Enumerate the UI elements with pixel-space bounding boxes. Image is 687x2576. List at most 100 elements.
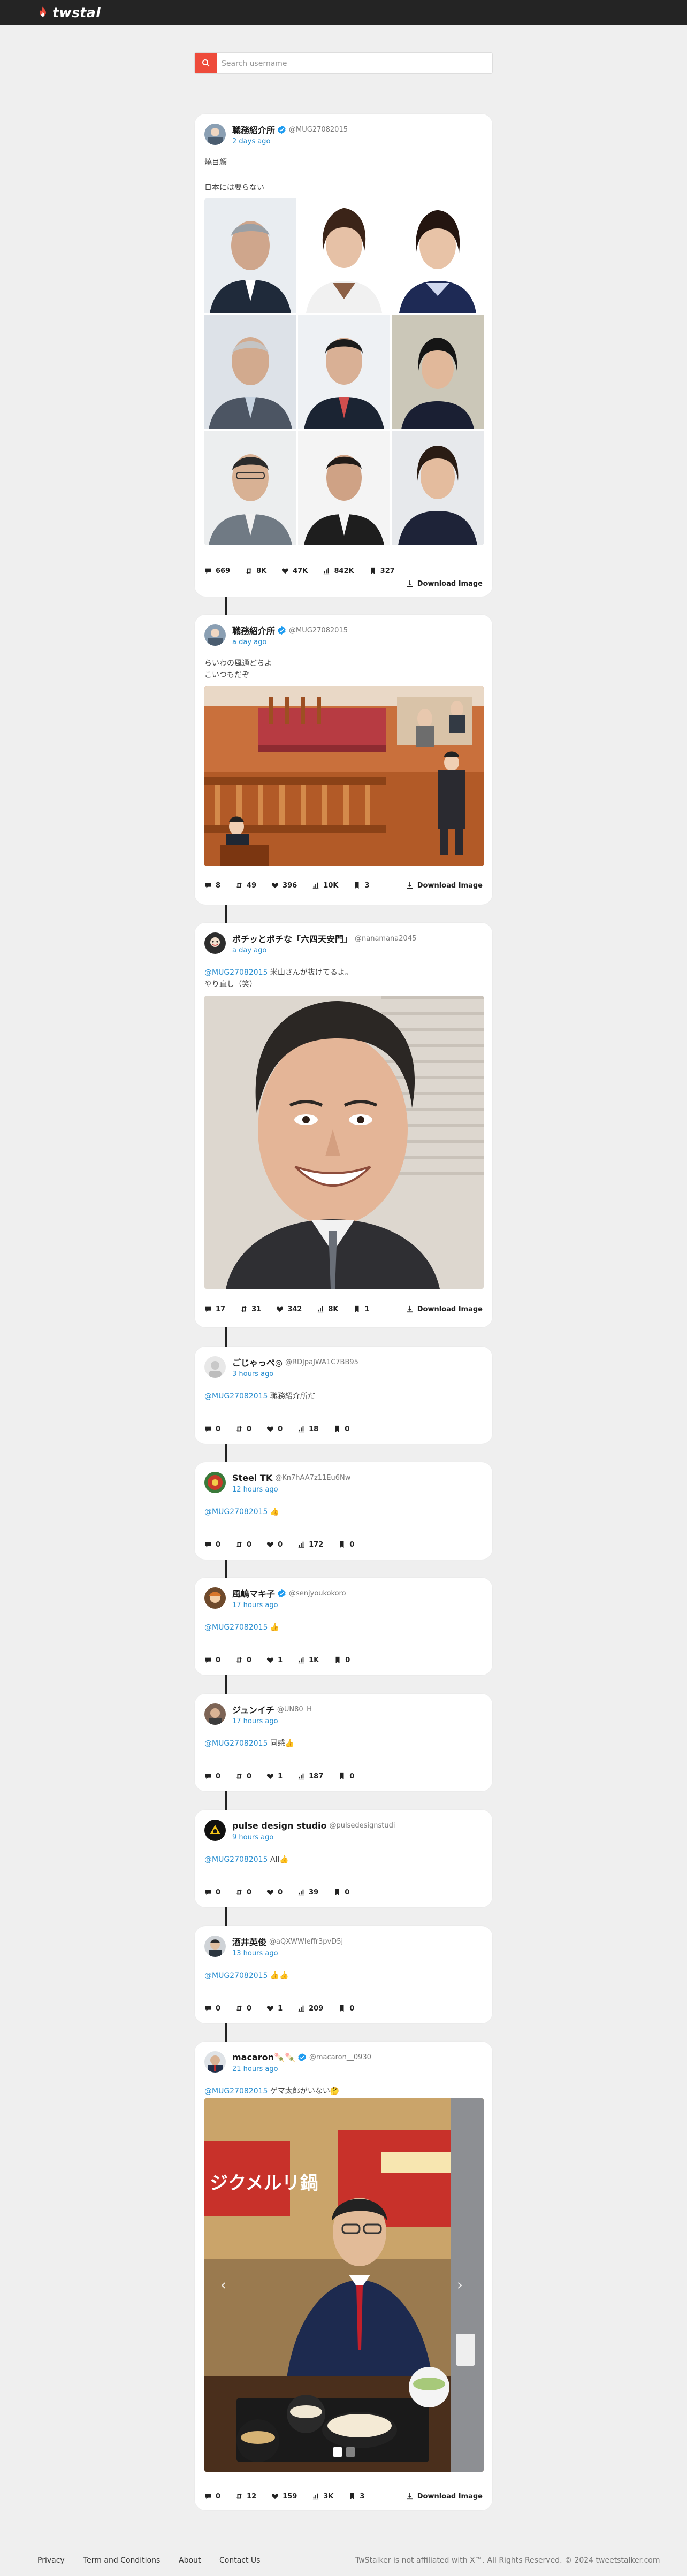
author-handle[interactable]: @aQXWWIeffr3pvD5j [269,1938,343,1946]
retweet-count[interactable]: 0 [235,1772,251,1780]
avatar[interactable] [204,1587,226,1609]
author-handle[interactable]: @pulsedesignstudi [330,1822,395,1830]
mention-link[interactable]: @MUG27082015 [204,1971,268,1980]
retweet-count[interactable]: 0 [235,1656,251,1664]
reply-count[interactable]: 0 [204,1772,220,1780]
brand-logo[interactable]: twstal [36,4,101,20]
tweet-timestamp[interactable]: 12 hours ago [232,1486,278,1494]
carousel-prev-arrow-icon[interactable]: ‹ [220,2277,231,2293]
retweet-count[interactable]: 12 [235,2493,256,2501]
author-handle[interactable]: @senjyoukokoro [289,1589,346,1597]
bookmark-count[interactable]: 1 [353,1305,370,1313]
tweet-timestamp[interactable]: a day ago [232,946,266,954]
download-image-button[interactable]: Download Image [406,578,483,589]
author-handle[interactable]: @nanamana2045 [355,935,416,943]
download-image-button[interactable]: Download Image [406,880,483,891]
like-count[interactable]: 47K [281,567,308,575]
avatar[interactable] [204,1356,226,1378]
download-image-button[interactable]: Download Image [406,1304,483,1314]
bookmark-count[interactable]: 3 [353,882,370,890]
mention-link[interactable]: @MUG27082015 [204,1739,268,1748]
bookmark-count[interactable]: 327 [369,567,395,575]
reply-count[interactable]: 0 [204,1889,220,1897]
search-button[interactable] [195,53,217,73]
tweet-media-photo[interactable] [204,996,484,1289]
tweet-timestamp[interactable]: a day ago [232,638,266,646]
avatar[interactable] [204,124,226,145]
author-handle[interactable]: @MUG27082015 [289,626,348,635]
tweet-timestamp[interactable]: 3 hours ago [232,1370,273,1378]
footer-link-contact[interactable]: Contact Us [219,2556,260,2565]
mention-link[interactable]: @MUG27082015 [204,1392,268,1401]
carousel-next-arrow-icon[interactable]: › [457,2277,468,2293]
author-name[interactable]: pulse design studio [232,1821,327,1831]
tweet-timestamp[interactable]: 21 hours ago [232,2065,278,2073]
like-count[interactable]: 342 [276,1305,302,1313]
tweet-timestamp[interactable]: 9 hours ago [232,1833,273,1841]
author-name[interactable]: 風嶋マキ子 [232,1587,275,1600]
avatar[interactable] [204,932,226,954]
avatar[interactable] [204,1936,226,1957]
search-input[interactable] [220,53,490,74]
tweet-media-photo-grid[interactable] [204,198,484,545]
like-count[interactable]: 0 [266,1541,283,1549]
tweet-timestamp[interactable]: 17 hours ago [232,1717,278,1725]
reply-count[interactable]: 0 [204,2005,220,2013]
footer-link-about[interactable]: About [179,2556,201,2565]
bookmark-count[interactable]: 3 [348,2493,364,2501]
bookmark-count[interactable]: 0 [334,1656,350,1664]
retweet-count[interactable]: 0 [235,2005,251,2013]
bookmark-count[interactable]: 0 [338,2005,354,2013]
mention-link[interactable]: @MUG27082015 [204,968,268,977]
retweet-count[interactable]: 0 [235,1541,251,1549]
footer-link-terms[interactable]: Term and Conditions [83,2556,160,2565]
author-handle[interactable]: @Kn7hAA7z11Eu6Nw [275,1474,350,1482]
like-count[interactable]: 0 [266,1889,283,1897]
like-count[interactable]: 396 [271,882,297,890]
retweet-count[interactable]: 31 [240,1305,261,1313]
bookmark-count[interactable]: 0 [338,1772,354,1780]
reply-count[interactable]: 0 [204,1425,220,1433]
mention-link[interactable]: @MUG27082015 [204,1855,268,1864]
mention-link[interactable]: @MUG27082015 [204,1508,268,1516]
carousel-indicator-dot-active[interactable] [333,2447,342,2457]
like-count[interactable]: 159 [271,2493,297,2501]
tweet-media-carousel[interactable]: ジクメルリ鍋 ‹ › [204,2098,484,2472]
retweet-count[interactable]: 0 [235,1889,251,1897]
author-name[interactable]: Steel TK [232,1473,272,1483]
retweet-count[interactable]: 49 [235,882,256,890]
author-name[interactable]: 職務紹介所 [232,123,275,136]
retweet-count[interactable]: 8K [245,567,266,575]
author-name[interactable]: 酒井英俊 [232,1935,266,1948]
avatar[interactable] [204,1820,226,1841]
avatar[interactable] [204,624,226,646]
footer-link-privacy[interactable]: Privacy [37,2556,65,2565]
mention-link[interactable]: @MUG27082015 [204,1623,268,1632]
author-name[interactable]: ごじゃっぺ◎ [232,1356,283,1369]
author-handle[interactable]: @macaron__0930 [309,2053,371,2061]
tweet-timestamp[interactable]: 2 days ago [232,137,270,146]
reply-count[interactable]: 669 [204,567,230,575]
reply-count[interactable]: 0 [204,1656,220,1664]
bookmark-count[interactable]: 0 [333,1425,349,1433]
author-name[interactable]: 職務紹介所 [232,624,275,637]
tweet-timestamp[interactable]: 13 hours ago [232,1950,278,1958]
author-name[interactable]: ポチッとポチな「六四天安門」 [232,932,352,945]
reply-count[interactable]: 0 [204,1541,220,1549]
avatar[interactable] [204,1703,226,1725]
reply-count[interactable]: 17 [204,1305,225,1313]
mention-link[interactable]: @MUG27082015 [204,2087,268,2096]
avatar[interactable] [204,2051,226,2073]
author-handle[interactable]: @UN80_H [277,1706,312,1714]
reply-count[interactable]: 0 [204,2493,220,2501]
author-name[interactable]: macaron🍡🍡 [232,2052,295,2062]
download-image-button[interactable]: Download Image [406,2491,483,2502]
author-handle[interactable]: @RDJpaJWA1C7BB95 [285,1358,358,1366]
reply-count[interactable]: 8 [204,882,220,890]
author-name[interactable]: ジュンイチ [232,1703,274,1716]
tweet-media-illustration[interactable] [204,686,484,866]
tweet-timestamp[interactable]: 17 hours ago [232,1601,278,1609]
bookmark-count[interactable]: 0 [333,1889,349,1897]
like-count[interactable]: 1 [266,2005,283,2013]
carousel-indicator-dot[interactable] [346,2447,355,2457]
